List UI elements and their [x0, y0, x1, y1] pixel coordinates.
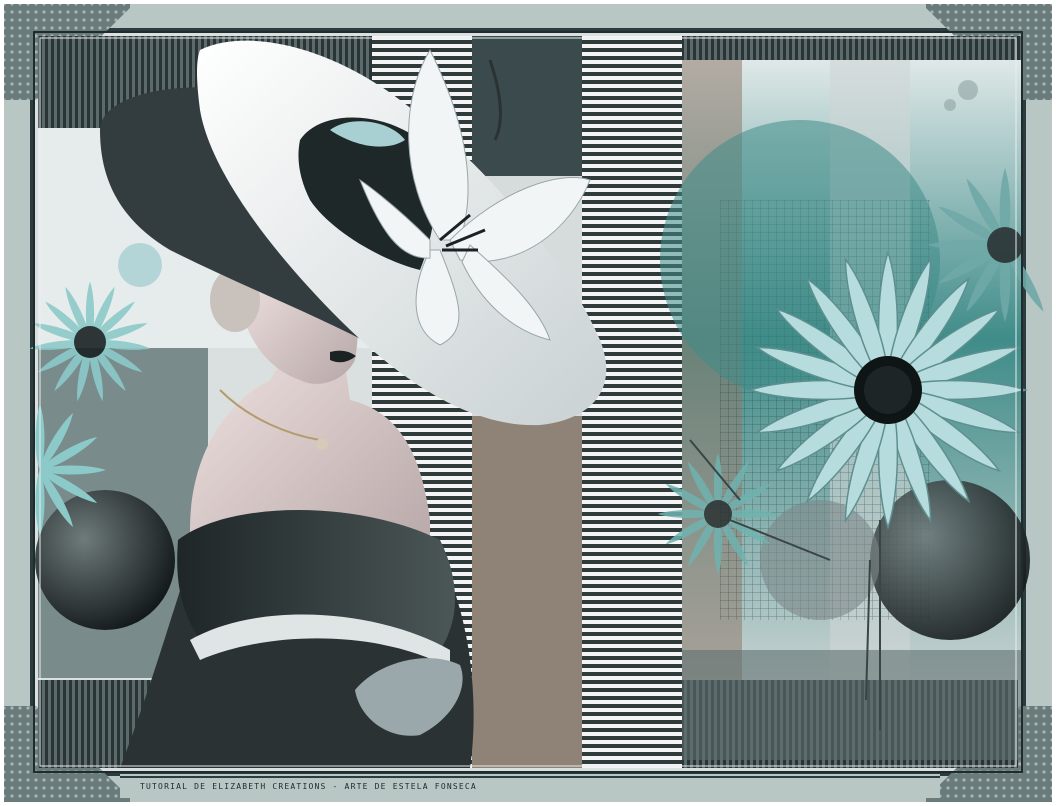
artwork-frame: TUTORIAL DE ELIZABETH CREATIONS - ARTE D…: [0, 0, 1056, 806]
artwork-canvas: [0, 0, 1056, 806]
artwork-credit: TUTORIAL DE ELIZABETH CREATIONS - ARTE D…: [140, 782, 477, 791]
